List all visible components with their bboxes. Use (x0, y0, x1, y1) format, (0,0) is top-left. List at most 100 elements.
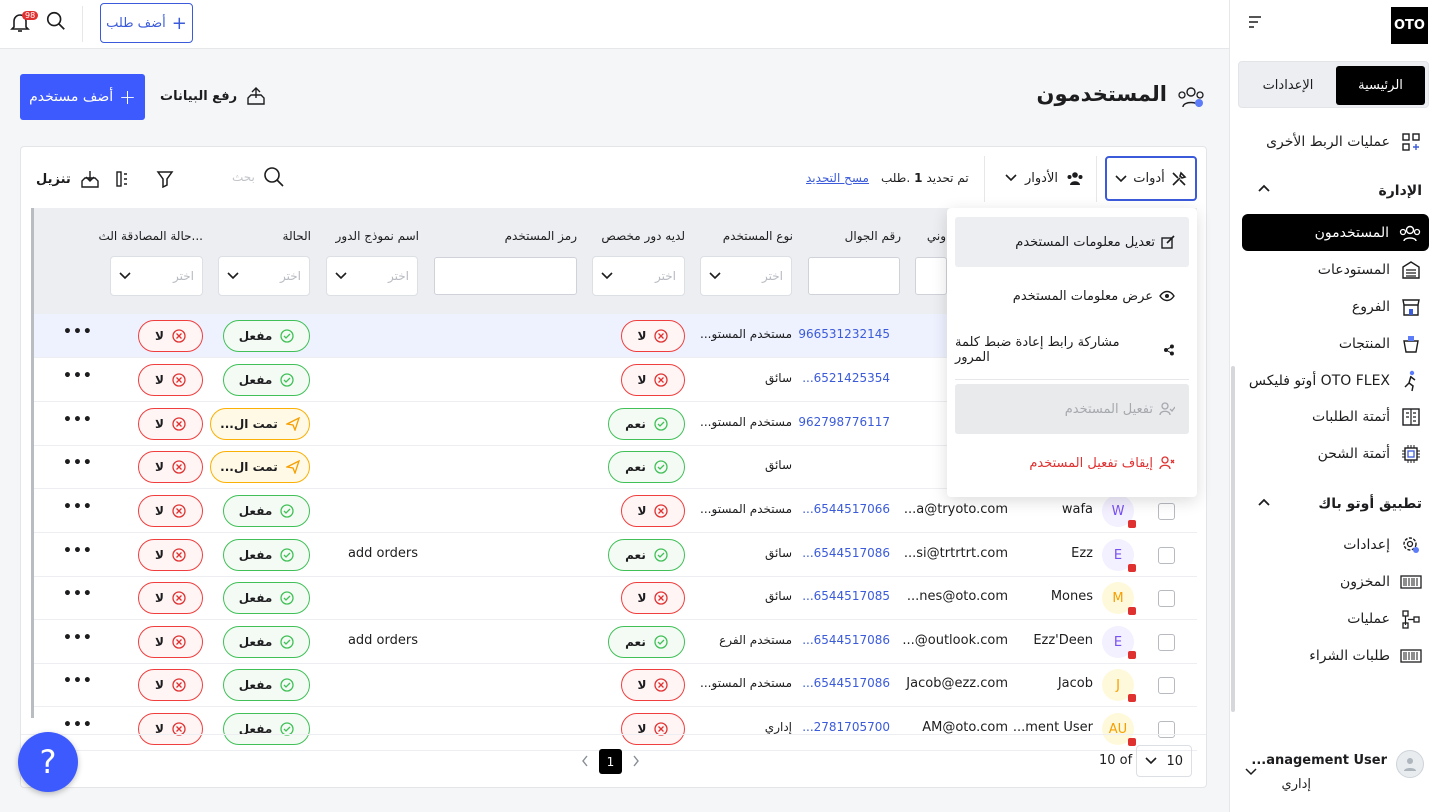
row-actions-button[interactable]: ••• (63, 673, 93, 689)
add-order-button[interactable]: أضف طلب + (100, 3, 193, 43)
row-actions-button[interactable]: ••• (63, 412, 93, 428)
prev-page-button[interactable] (581, 755, 589, 767)
add-user-label: أضف مستخدم (29, 89, 114, 105)
menu-toggle[interactable] (1248, 15, 1264, 29)
row-actions-button[interactable]: ••• (63, 630, 93, 646)
phone-cell[interactable]: ...2781705700 (802, 720, 890, 734)
help-button[interactable]: ? (18, 732, 78, 792)
sidebar-item-products[interactable]: المنتجات (1339, 329, 1422, 359)
page-size-select[interactable]: 10 (1136, 745, 1192, 777)
column-header-user-code: رمز المستخدم (504, 229, 577, 243)
custom-role-filter[interactable]: اختر (592, 256, 685, 296)
section-app-header[interactable]: تطبيق أوتو باك (1318, 496, 1422, 512)
chevron-up-icon[interactable] (1257, 183, 1271, 193)
row-checkbox[interactable] (1158, 590, 1175, 607)
section-admin-header[interactable]: الإدارة (1378, 183, 1422, 199)
sidebar-item-oto-flex[interactable]: أوتو فليكس OTO FLEX (1249, 366, 1422, 396)
sidebar-scrollbar[interactable] (1231, 366, 1235, 712)
current-page-button[interactable]: 1 (599, 749, 622, 774)
row-actions-button[interactable]: ••• (63, 324, 93, 340)
page-total-label: 10 of (1099, 753, 1133, 768)
add-user-button[interactable]: أضف مستخدم + (20, 74, 145, 120)
phone-cell[interactable]: 966531232145 (798, 327, 890, 341)
sidebar-item-app-settings[interactable]: إعدادات (1343, 530, 1422, 560)
notifications-button[interactable]: 98 (8, 10, 39, 36)
roles-dropdown[interactable]: الأدوار (1005, 170, 1084, 186)
edit-user-menu-item[interactable]: تعديل معلومات المستخدم (955, 217, 1189, 267)
chevron-down-icon (1005, 174, 1017, 182)
selection-prefix: تم تحديد (926, 171, 969, 185)
sidebar-item-branches[interactable]: الفروع (1352, 292, 1422, 322)
row-actions-button[interactable]: ••• (63, 455, 93, 471)
sidebar-item-purchase-orders[interactable]: طلبات الشراء (1309, 641, 1422, 671)
share-reset-link-menu-item[interactable]: مشاركة رابط إعادة ضبط كلمة المرور (955, 325, 1189, 375)
columns-button[interactable] (115, 170, 129, 188)
row-actions-button[interactable]: ••• (63, 499, 93, 515)
check-circle-icon (280, 635, 294, 649)
check-circle-icon (280, 678, 294, 692)
status-badge: مفعل (223, 713, 310, 745)
status-filter[interactable]: اختر (218, 256, 310, 296)
download-button[interactable]: تنزيل (36, 168, 101, 190)
role-template-filter[interactable]: اختر (326, 256, 418, 296)
chevron-down-icon (601, 272, 613, 280)
x-circle-icon (172, 329, 186, 343)
sidebar-item-other-integrations[interactable]: عمليات الربط الأخرى (1266, 127, 1422, 157)
user-code-filter-input[interactable] (434, 257, 577, 295)
row-actions-button[interactable]: ••• (63, 368, 93, 384)
tools-dropdown[interactable]: أدوات (1105, 156, 1197, 201)
status-badge: ...تمت ال (210, 451, 310, 483)
phone-cell[interactable]: ...6521425354 (802, 371, 890, 385)
filter-button[interactable] (156, 170, 174, 188)
auth-status-filter[interactable]: اختر (110, 256, 203, 296)
clear-selection-link[interactable]: مسح التحديد (806, 171, 869, 185)
activate-user-label: تفعيل المستخدم (1064, 401, 1153, 417)
column-header-status: الحالة (282, 229, 311, 243)
sidebar-item-operations[interactable]: عمليات (1347, 604, 1422, 634)
row-actions-button[interactable]: ••• (63, 586, 93, 602)
phone-cell[interactable]: 962798776117 (798, 415, 890, 429)
row-actions-button[interactable]: ••• (63, 717, 93, 733)
tab-settings[interactable]: الإعدادات (1243, 66, 1333, 105)
sidebar-item-warehouses[interactable]: المستودعات (1318, 255, 1422, 285)
sidebar-item-order-automation[interactable]: أتمتة الطلبات (1312, 402, 1422, 432)
row-checkbox[interactable] (1158, 634, 1175, 651)
tab-home[interactable]: الرئيسية (1336, 66, 1425, 105)
email-filter-input[interactable] (915, 257, 947, 295)
phone-cell[interactable]: ...6544517066 (802, 502, 890, 516)
view-user-menu-item[interactable]: عرض معلومات المستخدم (955, 271, 1189, 321)
search-button[interactable] (45, 10, 67, 32)
phone-cell[interactable]: ...6544517086 (802, 676, 890, 690)
activate-user-menu-item[interactable]: تفعيل المستخدم (955, 384, 1189, 434)
chevron-up-icon[interactable] (1257, 497, 1271, 507)
check-circle-icon (654, 417, 668, 431)
table-row[interactable] (34, 663, 1197, 707)
check-circle-icon (280, 504, 294, 518)
search-box[interactable]: بحث (232, 166, 285, 188)
upload-data-button[interactable]: رفع البيانات (160, 85, 267, 107)
status-badge: مفعل (223, 539, 310, 571)
sidebar-item-inventory[interactable]: المخزون (1340, 567, 1422, 597)
user-type-filter[interactable]: اختر (700, 256, 792, 296)
row-checkbox[interactable] (1158, 503, 1175, 520)
email-cell: ...@outlook.com (902, 633, 1008, 648)
next-page-button[interactable] (632, 755, 640, 767)
phone-filter-input[interactable] (808, 257, 900, 295)
row-actions-button[interactable]: ••• (63, 543, 93, 559)
phone-cell[interactable]: ...6544517085 (802, 589, 890, 603)
status-badge: مفعل (223, 495, 310, 527)
phone-cell[interactable]: ...6544517086 (802, 633, 890, 647)
row-checkbox[interactable] (1158, 677, 1175, 694)
table-row[interactable] (34, 576, 1197, 620)
sidebar-item-users[interactable]: المستخدمون (1242, 214, 1429, 251)
badge-label: نعم (625, 460, 646, 474)
user-profile[interactable]: ...anagement User إداري (1240, 748, 1426, 798)
deactivate-user-menu-item[interactable]: إيقاف تفعيل المستخدم (955, 438, 1189, 488)
sidebar-item-shipping-automation[interactable]: أتمتة الشحن (1318, 439, 1422, 469)
phone-cell[interactable]: ...6544517086 (802, 546, 890, 560)
badge-label: ...تمت ال (220, 460, 278, 474)
row-checkbox[interactable] (1158, 547, 1175, 564)
barcode-icon (1400, 571, 1422, 593)
chevron-down-icon (227, 272, 239, 280)
row-checkbox[interactable] (1158, 721, 1175, 738)
